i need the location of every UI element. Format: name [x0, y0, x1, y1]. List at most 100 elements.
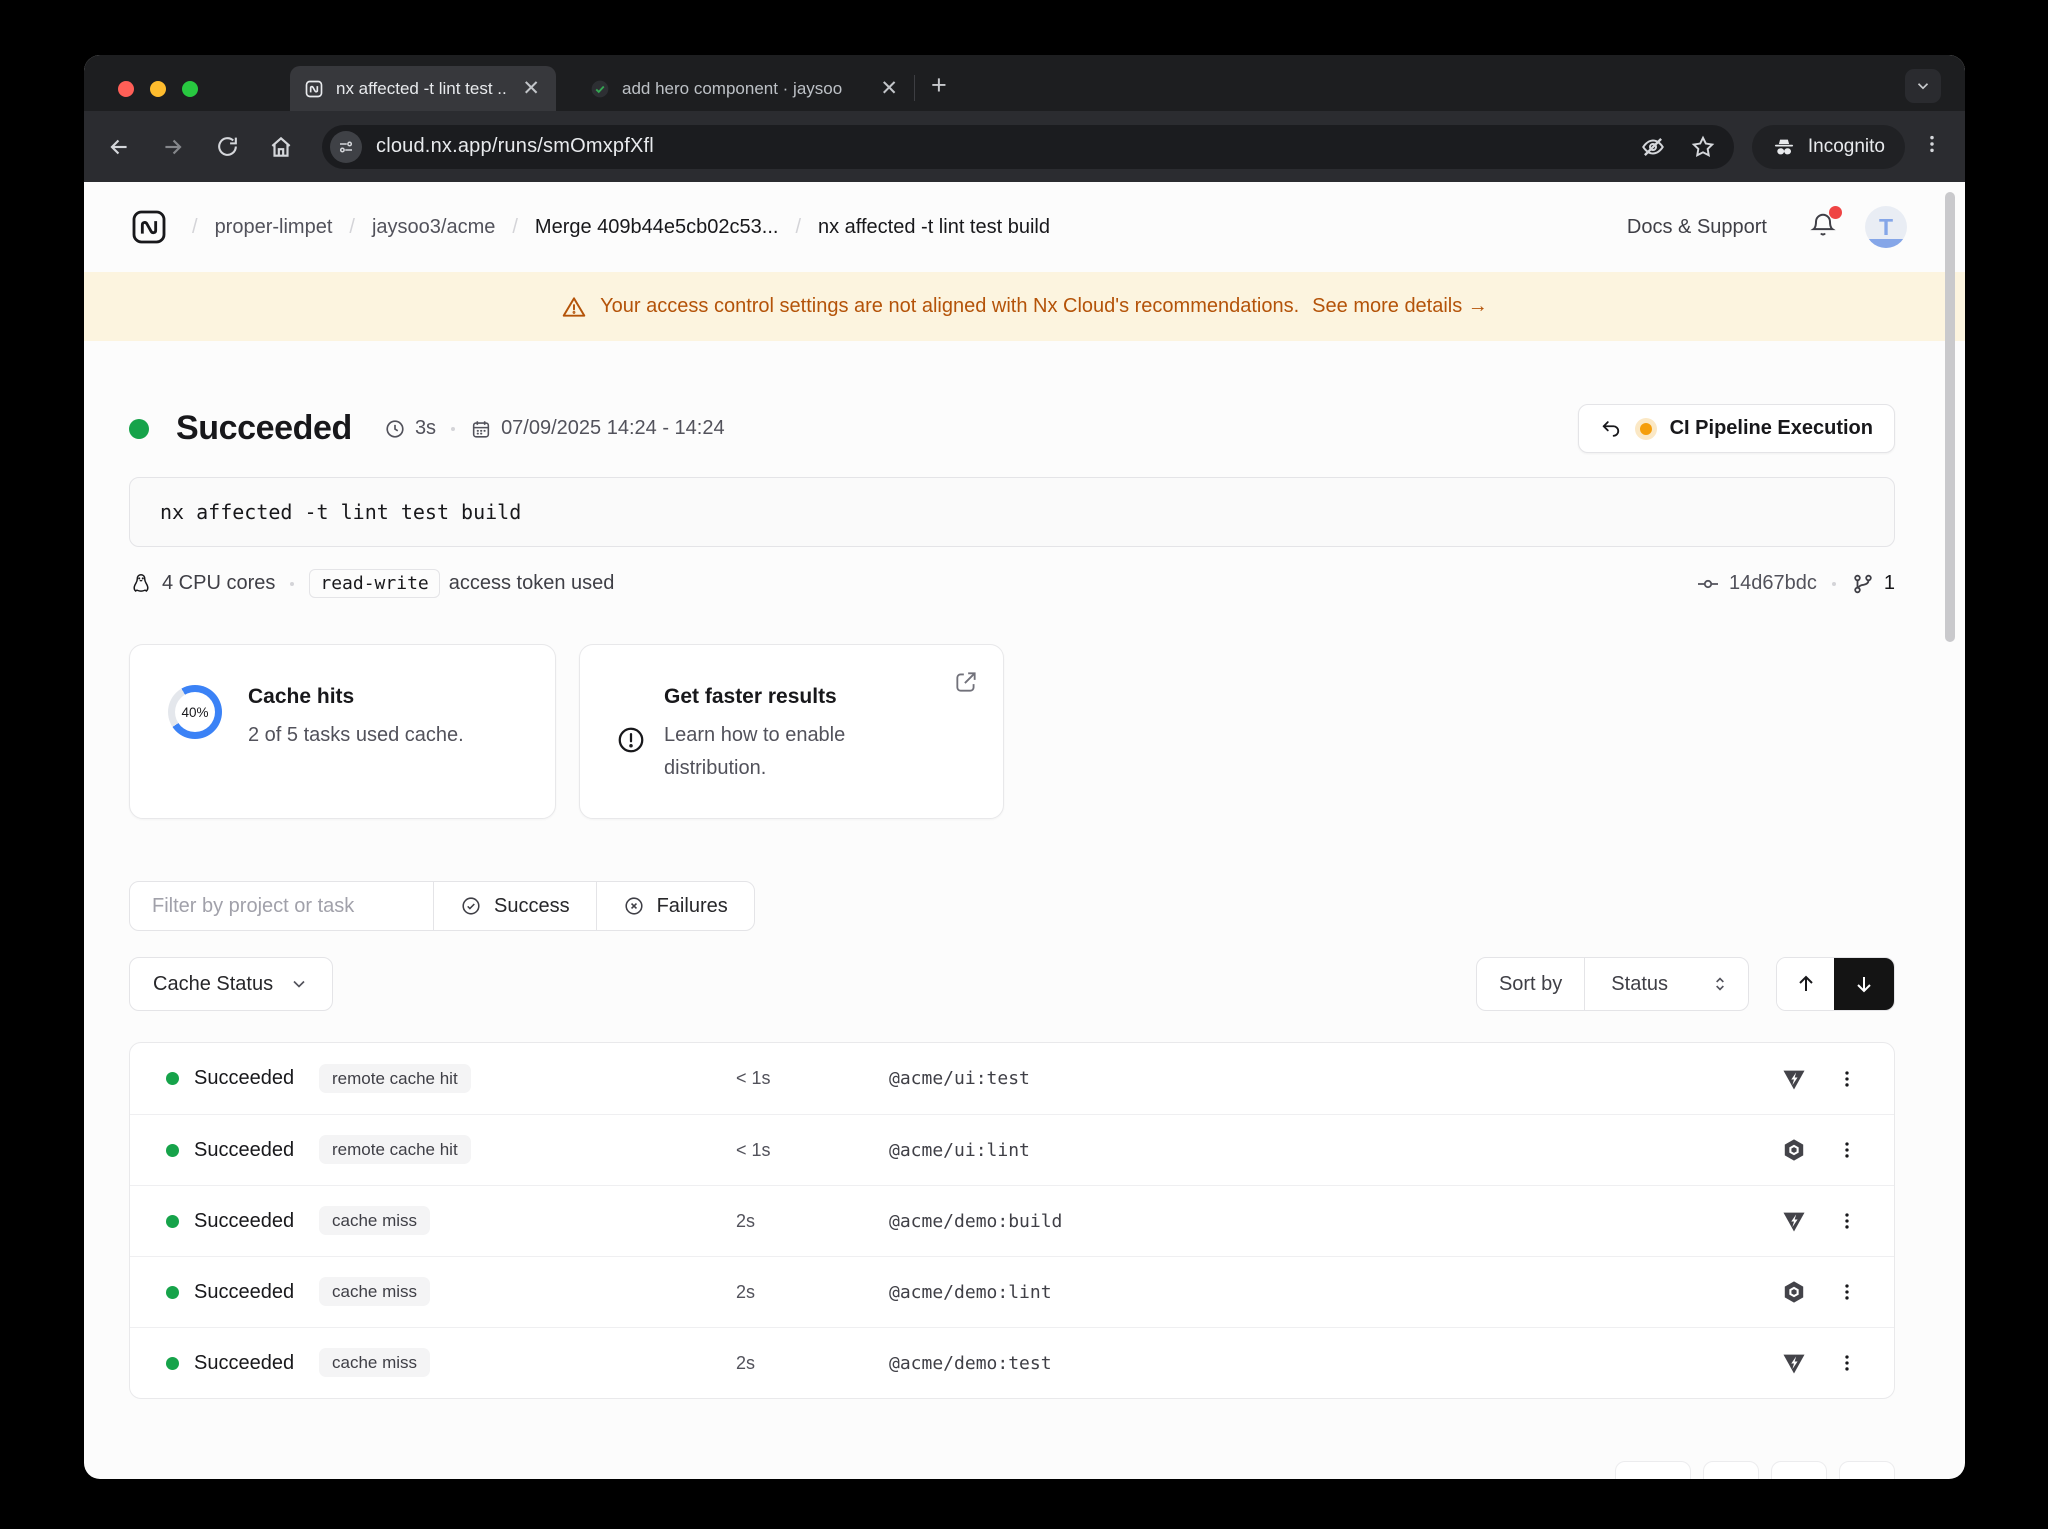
back-button[interactable] — [98, 126, 140, 168]
scrollbar-thumb[interactable] — [1945, 192, 1955, 642]
browser-menu-icon[interactable] — [1921, 133, 1943, 160]
table-row[interactable]: Succeeded cache miss 2s @acme/demo:lint — [130, 1256, 1894, 1327]
clock-icon — [384, 418, 406, 440]
breadcrumb-item[interactable]: jaysoo3/acme — [372, 216, 495, 239]
avatar[interactable]: T — [1865, 206, 1907, 248]
check-circle-icon — [460, 895, 482, 917]
cache-card-title: Cache hits — [248, 685, 464, 709]
breadcrumb-separator: / — [512, 216, 518, 239]
row-menu-icon[interactable] — [1836, 1210, 1858, 1232]
tab-strip: nx affected -t lint test ... from ✕ add … — [84, 55, 1965, 111]
external-link-icon — [953, 669, 979, 700]
commit-hash[interactable]: 14d67bdc — [1729, 572, 1817, 595]
row-task-name[interactable]: @acme/ui:test — [889, 1068, 1770, 1089]
separator-dot — [290, 582, 294, 586]
docs-support-link[interactable]: Docs & Support — [1627, 216, 1767, 239]
faster-card-desc-2: distribution. — [664, 752, 845, 785]
eslint-icon — [1781, 1137, 1807, 1163]
faster-card-desc-1: Learn how to enable — [664, 719, 845, 752]
vite-icon — [1781, 1350, 1807, 1376]
arrow-up-icon — [1794, 972, 1818, 996]
pagination-button[interactable] — [1771, 1461, 1827, 1479]
pagination-cutoff — [129, 1461, 1895, 1479]
pipeline-status-dot — [1635, 418, 1657, 440]
table-row[interactable]: Succeeded remote cache hit < 1s @acme/ui… — [130, 1114, 1894, 1185]
separator-dot — [1832, 582, 1836, 586]
row-duration: < 1s — [736, 1140, 889, 1161]
breadcrumb-item[interactable]: proper-limpet — [215, 216, 333, 239]
home-button[interactable] — [260, 126, 302, 168]
exclamation-circle-icon — [616, 725, 646, 818]
sort-select[interactable]: Status — [1584, 958, 1748, 1010]
minimize-window-button[interactable] — [150, 81, 166, 97]
tab-nx-run[interactable]: nx affected -t lint test ... from ✕ — [290, 66, 556, 111]
row-menu-icon[interactable] — [1836, 1068, 1858, 1090]
branch-count[interactable]: 1 — [1884, 572, 1895, 595]
tab-divider — [914, 75, 915, 101]
banner-details-link[interactable]: See more details → — [1312, 295, 1488, 318]
sort-direction-toggle — [1776, 957, 1895, 1011]
zoom-window-button[interactable] — [182, 81, 198, 97]
arrow-down-icon — [1852, 972, 1876, 996]
nx-logo[interactable] — [129, 207, 169, 247]
cache-status-dropdown[interactable]: Cache Status — [129, 957, 333, 1011]
forward-button[interactable] — [152, 126, 194, 168]
sort-control: Sort by Status — [1476, 957, 1749, 1011]
run-datetime: 07/09/2025 14:24 - 14:24 — [501, 417, 725, 440]
row-menu-icon[interactable] — [1836, 1139, 1858, 1161]
row-status-dot — [166, 1072, 179, 1085]
new-tab-button[interactable]: + — [931, 72, 947, 99]
row-status-dot — [166, 1357, 179, 1370]
table-row[interactable]: Succeeded cache miss 2s @acme/demo:build — [130, 1185, 1894, 1256]
url-text[interactable]: cloud.nx.app/runs/smOmxpfXfl — [376, 135, 654, 158]
filter-failures-button[interactable]: Failures — [596, 882, 754, 930]
reload-button[interactable] — [206, 126, 248, 168]
calendar-icon — [470, 418, 492, 440]
filter-failures-label: Failures — [657, 895, 728, 918]
tab-close-icon[interactable]: ✕ — [878, 78, 900, 99]
ci-pipeline-button[interactable]: CI Pipeline Execution — [1578, 404, 1895, 453]
address-bar[interactable]: cloud.nx.app/runs/smOmxpfXfl — [322, 125, 1734, 169]
notifications-button[interactable] — [1809, 211, 1837, 244]
cache-status-label: Cache Status — [153, 973, 273, 996]
pagination-button[interactable] — [1615, 1461, 1691, 1479]
row-duration: 2s — [736, 1211, 889, 1232]
cache-status-badge: cache miss — [319, 1348, 430, 1377]
row-menu-icon[interactable] — [1836, 1352, 1858, 1374]
row-task-name[interactable]: @acme/demo:build — [889, 1211, 1770, 1232]
sort-descending-button[interactable] — [1834, 958, 1894, 1010]
row-task-name[interactable]: @acme/demo:lint — [889, 1282, 1770, 1303]
table-row[interactable]: Succeeded remote cache hit < 1s @acme/ui… — [130, 1043, 1894, 1114]
cpu-cores: 4 CPU cores — [162, 572, 275, 595]
incognito-icon — [1772, 135, 1796, 159]
row-menu-icon[interactable] — [1836, 1281, 1858, 1303]
browser-toolbar: cloud.nx.app/runs/smOmxpfXfl Incognito — [84, 111, 1965, 182]
breadcrumb-item[interactable]: Merge 409b44e5cb02c53... — [535, 216, 779, 239]
banner-message: Your access control settings are not ali… — [600, 295, 1299, 318]
cache-hits-card[interactable]: 40% Cache hits 2 of 5 tasks used cache. — [129, 644, 556, 819]
tab-close-icon[interactable]: ✕ — [520, 78, 542, 99]
status-dot — [129, 419, 149, 439]
row-task-name[interactable]: @acme/demo:test — [889, 1353, 1770, 1374]
row-status: Succeeded — [194, 1210, 319, 1233]
separator-dot — [451, 427, 455, 431]
bookmark-star-icon[interactable] — [1690, 134, 1716, 160]
tab-pr[interactable]: add hero component · jaysoo ✕ — [576, 66, 914, 111]
pagination-button[interactable] — [1703, 1461, 1759, 1479]
tab-search-chevron-button[interactable] — [1905, 69, 1941, 103]
run-duration: 3s — [415, 417, 436, 440]
table-row[interactable]: Succeeded cache miss 2s @acme/demo:test — [130, 1327, 1894, 1398]
eye-off-icon[interactable] — [1640, 134, 1666, 160]
close-window-button[interactable] — [118, 81, 134, 97]
cache-status-badge: remote cache hit — [319, 1135, 471, 1164]
pagination-button[interactable] — [1839, 1461, 1895, 1479]
sort-ascending-button[interactable] — [1777, 958, 1834, 1010]
filter-success-button[interactable]: Success — [433, 882, 596, 930]
row-task-name[interactable]: @acme/ui:lint — [889, 1140, 1770, 1161]
sort-value: Status — [1611, 973, 1668, 996]
site-settings-icon[interactable] — [330, 131, 362, 163]
filter-input[interactable] — [130, 882, 433, 930]
get-faster-results-card[interactable]: Get faster results Learn how to enable d… — [579, 644, 1004, 819]
breadcrumb-item[interactable]: nx affected -t lint test build — [818, 216, 1050, 239]
tab-title: nx affected -t lint test ... from — [336, 79, 508, 99]
